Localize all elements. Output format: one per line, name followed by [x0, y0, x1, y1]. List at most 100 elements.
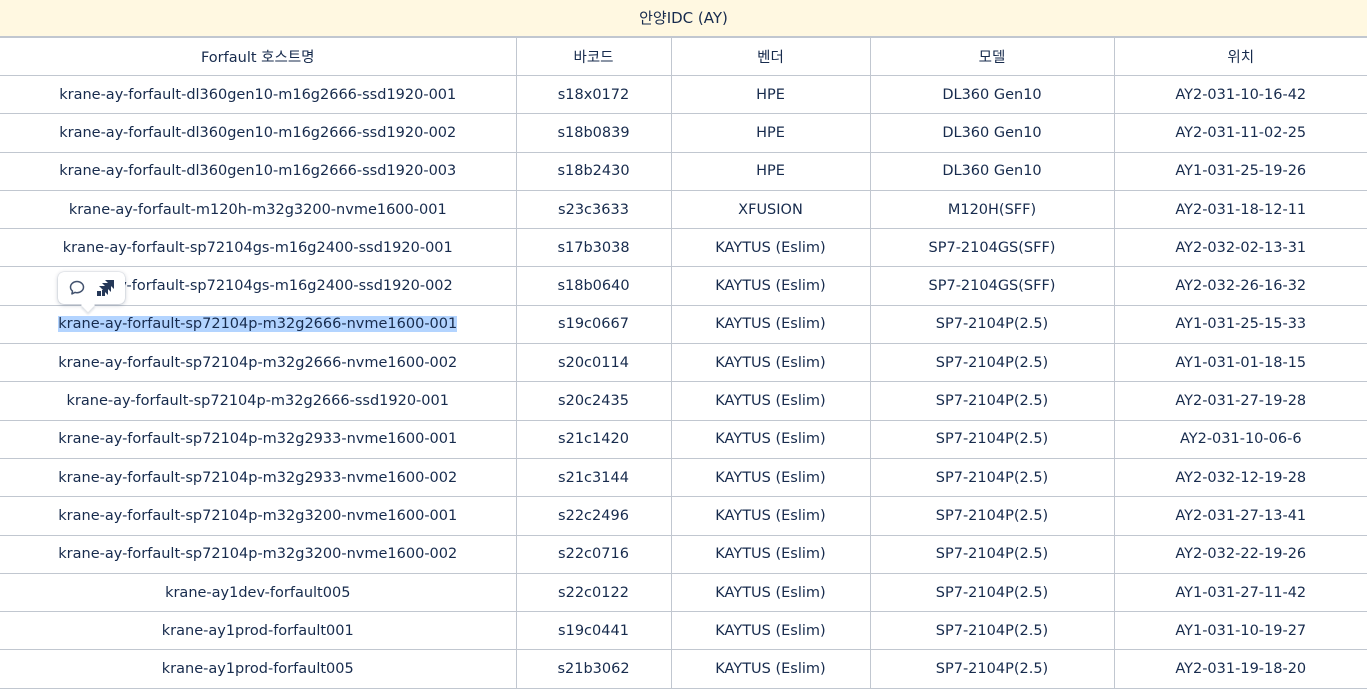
cell-hostname[interactable]: krane-ay-forfault-dl360gen10-m16g2666-ss…	[0, 151, 517, 191]
cell-hostname[interactable]: krane-ay-forfault-sp72104p-m32g2666-ssd1…	[0, 381, 517, 421]
cell-model[interactable]: SP7-2104P(2.5)	[869, 534, 1115, 574]
cell-hostname[interactable]: krane-ay-forfault-sp72104p-m32g3200-nvme…	[0, 496, 517, 536]
banner-title: 안양IDC (AY)	[639, 9, 728, 27]
cell-hostname-selected[interactable]: krane-ay-forfault-sp72104p-m32g2666-nvme…	[0, 304, 517, 345]
cell-location[interactable]: AY1-031-10-19-27	[1113, 611, 1367, 651]
cell-location[interactable]: AY2-031-10-16-42	[1113, 74, 1367, 115]
cell-model[interactable]: SP7-2104P(2.5)	[869, 649, 1115, 689]
cell-location[interactable]: AY2-032-12-19-28	[1113, 457, 1367, 498]
cell-location[interactable]: AY2-032-26-16-32	[1113, 266, 1367, 306]
cell-model[interactable]: DL360 Gen10	[869, 113, 1115, 153]
cell-model[interactable]: DL360 Gen10	[869, 151, 1115, 191]
cell-barcode[interactable]: s21c1420	[515, 419, 672, 459]
cell-model[interactable]: SP7-2104P(2.5)	[869, 343, 1115, 383]
cell-model[interactable]: SP7-2104P(2.5)	[869, 304, 1115, 345]
cell-hostname[interactable]: krane-ay-forfault-dl360gen10-m16g2666-ss…	[0, 74, 517, 115]
cell-barcode[interactable]: s19c0441	[515, 611, 672, 651]
cell-location[interactable]: AY1-031-01-18-15	[1113, 343, 1367, 383]
cell-hostname[interactable]: krane-ay-forfault-sp72104p-m32g2933-nvme…	[0, 457, 517, 498]
header-hostname: Forfault 호스트명	[0, 37, 517, 76]
cell-vendor[interactable]: HPE	[670, 151, 871, 191]
cell-vendor[interactable]: KAYTUS (Eslim)	[670, 266, 871, 306]
jira-button[interactable]	[94, 276, 118, 300]
cell-vendor[interactable]: HPE	[670, 74, 871, 115]
cell-location[interactable]: AY1-031-25-19-26	[1113, 151, 1367, 191]
cell-hostname[interactable]: krane-ay-forfault-dl360gen10-m16g2666-ss…	[0, 113, 517, 153]
cell-barcode[interactable]: s22c0716	[515, 534, 672, 574]
cell-vendor[interactable]: KAYTUS (Eslim)	[670, 534, 871, 574]
cell-barcode[interactable]: s19c0667	[515, 304, 672, 345]
cell-hostname[interactable]: krane-ay-forfault-sp72104p-m32g2933-nvme…	[0, 419, 517, 459]
cell-vendor[interactable]: KAYTUS (Eslim)	[670, 572, 871, 613]
cell-location[interactable]: AY2-031-19-18-20	[1113, 649, 1367, 689]
cell-location[interactable]: AY1-031-27-11-42	[1113, 572, 1367, 613]
host-table: Forfault 호스트명 바코드 벤더 모델 위치 krane-ay-forf…	[0, 37, 1367, 689]
cell-barcode[interactable]: s23c3633	[515, 189, 672, 230]
cell-location[interactable]: AY2-031-11-02-25	[1113, 113, 1367, 153]
cell-barcode[interactable]: s22c0122	[515, 572, 672, 613]
cell-model[interactable]: SP7-2104P(2.5)	[869, 419, 1115, 459]
cell-vendor[interactable]: KAYTUS (Eslim)	[670, 457, 871, 498]
table-row: krane-ay-forfault-sp72104gs-m16g2400-ssd…	[0, 228, 1367, 268]
cell-model[interactable]: SP7-2104GS(SFF)	[869, 266, 1115, 306]
cell-model[interactable]: SP7-2104P(2.5)	[869, 381, 1115, 421]
cell-location[interactable]: AY1-031-25-15-33	[1113, 304, 1367, 345]
cell-location[interactable]: AY2-032-02-13-31	[1113, 228, 1367, 268]
header-barcode: 바코드	[515, 37, 672, 76]
table-row: krane-ay-forfault-m120h-m32g3200-nvme160…	[0, 189, 1367, 230]
cell-model[interactable]: SP7-2104P(2.5)	[869, 611, 1115, 651]
cell-model[interactable]: SP7-2104GS(SFF)	[869, 228, 1115, 268]
cell-vendor[interactable]: KAYTUS (Eslim)	[670, 649, 871, 689]
cell-model[interactable]: DL360 Gen10	[869, 74, 1115, 115]
table-row: krane-ay1prod-forfault005 s21b3062 KAYTUS …	[0, 649, 1367, 689]
comment-button[interactable]	[65, 276, 89, 300]
table-row: krane-ay-forfault-sp72104p-m32g2933-nvme…	[0, 457, 1367, 498]
table-row: krane-ay-forfault-sp72104gs-m16g2400-ssd…	[0, 266, 1367, 306]
cell-model[interactable]: M120H(SFF)	[869, 189, 1115, 230]
cell-barcode[interactable]: s18x0172	[515, 74, 672, 115]
cell-vendor[interactable]: XFUSION	[670, 189, 871, 230]
cell-vendor[interactable]: HPE	[670, 113, 871, 153]
cell-barcode[interactable]: s18b0839	[515, 113, 672, 153]
table-row: krane-ay1dev-forfault005 s22c0122 KAYTUS (…	[0, 572, 1367, 613]
table-banner: 안양IDC (AY)	[0, 0, 1367, 37]
cell-location[interactable]: AY2-031-27-13-41	[1113, 496, 1367, 536]
table-row-selected: krane-ay-forfault-sp72104p-m32g2666-nvme…	[0, 304, 1367, 345]
table-row: krane-ay-forfault-sp72104p-m32g2666-ssd1…	[0, 381, 1367, 421]
cell-location[interactable]: AY2-031-10-06-6	[1113, 419, 1367, 459]
cell-barcode[interactable]: s17b3038	[515, 228, 672, 268]
cell-location[interactable]: AY2-031-18-12-11	[1113, 189, 1367, 230]
table-row: krane-ay-forfault-dl360gen10-m16g2666-ss…	[0, 74, 1367, 115]
cell-barcode[interactable]: s18b2430	[515, 151, 672, 191]
cell-hostname[interactable]: krane-ay1prod-forfault001	[0, 611, 517, 651]
cell-hostname[interactable]: krane-ay-forfault-sp72104p-m32g3200-nvme…	[0, 534, 517, 574]
header-model: 모델	[869, 37, 1115, 76]
cell-vendor[interactable]: KAYTUS (Eslim)	[670, 304, 871, 345]
cell-model[interactable]: SP7-2104P(2.5)	[869, 572, 1115, 613]
cell-barcode[interactable]: s18b0640	[515, 266, 672, 306]
cell-model[interactable]: SP7-2104P(2.5)	[869, 496, 1115, 536]
cell-barcode[interactable]: s20c0114	[515, 343, 672, 383]
cell-model[interactable]: SP7-2104P(2.5)	[869, 457, 1115, 498]
cell-vendor[interactable]: KAYTUS (Eslim)	[670, 228, 871, 268]
cell-hostname[interactable]: krane-ay-forfault-sp72104gs-m16g2400-ssd…	[0, 228, 517, 268]
table-row: krane-ay-forfault-dl360gen10-m16g2666-ss…	[0, 113, 1367, 153]
table-row: krane-ay-forfault-dl360gen10-m16g2666-ss…	[0, 151, 1367, 191]
cell-hostname[interactable]: krane-ay-forfault-m120h-m32g3200-nvme160…	[0, 189, 517, 230]
cell-location[interactable]: AY2-032-22-19-26	[1113, 534, 1367, 574]
cell-location[interactable]: AY2-031-27-19-28	[1113, 381, 1367, 421]
cell-barcode[interactable]: s21c3144	[515, 457, 672, 498]
cell-vendor[interactable]: KAYTUS (Eslim)	[670, 381, 871, 421]
cell-hostname[interactable]: krane-ay1dev-forfault005	[0, 572, 517, 613]
cell-vendor[interactable]: KAYTUS (Eslim)	[670, 419, 871, 459]
cell-vendor[interactable]: KAYTUS (Eslim)	[670, 611, 871, 651]
cell-barcode[interactable]: s21b3062	[515, 649, 672, 689]
cell-hostname[interactable]: krane-ay-forfault-sp72104p-m32g2666-nvme…	[0, 343, 517, 383]
header-vendor: 벤더	[670, 37, 871, 76]
selected-text[interactable]: krane-ay-forfault-sp72104p-m32g2666-nvme…	[58, 316, 458, 333]
cell-barcode[interactable]: s20c2435	[515, 381, 672, 421]
cell-vendor[interactable]: KAYTUS (Eslim)	[670, 343, 871, 383]
cell-barcode[interactable]: s22c2496	[515, 496, 672, 536]
cell-hostname[interactable]: krane-ay1prod-forfault005	[0, 649, 517, 689]
cell-vendor[interactable]: KAYTUS (Eslim)	[670, 496, 871, 536]
